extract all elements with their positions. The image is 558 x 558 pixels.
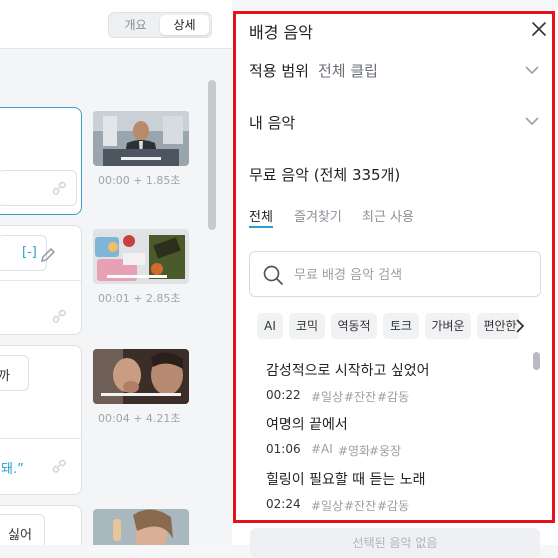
track-tag: #잔잔 <box>344 499 377 513</box>
selected-music-button[interactable]: 선택된 음악 없음 <box>250 528 540 558</box>
divider <box>0 438 83 439</box>
clip-card[interactable]: 싫어 <box>0 505 82 545</box>
chip-talk[interactable]: 토크 <box>383 313 419 339</box>
scope-label: 적용 범위 <box>249 62 309 80</box>
music-search-box[interactable] <box>249 251 541 297</box>
divider <box>0 280 83 281</box>
search-input[interactable] <box>292 264 526 286</box>
view-toggle: 개요 상세 <box>108 12 212 38</box>
link-icon[interactable] <box>51 458 67 474</box>
clip-tag-label: [-] <box>22 245 37 260</box>
track-tag: #일상 <box>311 499 344 513</box>
chevron-down-icon[interactable] <box>524 65 540 75</box>
close-icon[interactable] <box>530 20 548 38</box>
clip-card[interactable]: [-] <box>0 225 83 335</box>
track-tag: #일상 <box>311 390 344 404</box>
track-duration: 02:24 <box>266 497 301 511</box>
clip-time: 00:04 + 4.21초 <box>98 412 181 425</box>
view-summary-button[interactable]: 개요 <box>111 15 160 35</box>
tab-recent[interactable]: 최근 사용 <box>362 206 414 225</box>
clip-text-box[interactable]: 싫어 <box>0 514 45 545</box>
clip-card[interactable]: 까 돼.” <box>0 345 83 495</box>
clip-text-box[interactable]: 까 <box>0 355 29 391</box>
my-music-label[interactable]: 내 음악 <box>249 112 295 133</box>
track-tag: #잔잔 <box>344 390 377 404</box>
tab-all[interactable]: 전체 <box>249 206 273 225</box>
chevron-right-icon[interactable] <box>514 318 526 334</box>
clip-time: 00:01 + 2.85초 <box>98 292 181 305</box>
clip-text-snippet: 돼.” <box>1 462 24 477</box>
chip-light[interactable]: 가벼운 <box>425 313 471 339</box>
search-icon <box>263 265 283 285</box>
track-duration: 00:22 <box>266 388 301 402</box>
clip-thumbnail[interactable] <box>93 229 189 284</box>
track-tag: #웅장 <box>369 444 402 458</box>
chip-dynamic[interactable]: 역동적 <box>331 313 377 339</box>
track-title[interactable]: 힐링이 필요할 때 듣는 노래 <box>266 469 425 489</box>
link-icon[interactable] <box>51 308 67 324</box>
track-tag: #영화 <box>338 444 371 458</box>
chip-ai[interactable]: AI <box>257 313 283 339</box>
left-topbar: 개요 상세 <box>0 0 232 49</box>
chip-calm[interactable]: 편안한 <box>477 313 519 339</box>
track-duration: 01:06 <box>266 442 301 456</box>
clip-thumbnail[interactable] <box>93 111 189 166</box>
track-title[interactable]: 감성적으로 시작하고 싶었어 <box>266 360 429 380</box>
active-tab-underline <box>249 226 273 228</box>
clip-time: 00:00 + 1.85초 <box>98 174 181 187</box>
clip-text-snippet: 까 <box>0 369 10 384</box>
chevron-down-icon[interactable] <box>524 116 540 126</box>
clip-list-area: 개요 상세 00:00 + 1.85초 [-] 00:01 + 2.85초 까 … <box>0 0 232 545</box>
track-title[interactable]: 여명의 끝에서 <box>266 414 348 434</box>
genre-chip-row: AI 코믹 역동적 토크 가벼운 편안한 <box>257 313 519 339</box>
track-tag: #감동 <box>377 499 410 513</box>
view-detail-button[interactable]: 상세 <box>160 15 209 35</box>
track-tag: #감동 <box>377 390 410 404</box>
tab-favorites[interactable]: 즐겨찾기 <box>294 206 342 225</box>
clip-thumbnail[interactable] <box>93 349 189 404</box>
clip-text-snippet: 싫어 <box>8 528 32 543</box>
clip-card[interactable] <box>0 107 82 215</box>
pencil-icon[interactable] <box>39 246 57 264</box>
link-icon[interactable] <box>51 180 67 196</box>
clip-list-scrollbar[interactable] <box>208 80 216 230</box>
panel-title: 배경 음악 <box>249 23 313 42</box>
scope-value[interactable]: 전체 클립 <box>318 60 378 81</box>
clip-thumbnail[interactable] <box>93 509 189 545</box>
free-music-heading: 무료 음악 (전체 335개) <box>249 166 401 184</box>
chip-comic[interactable]: 코믹 <box>289 313 325 339</box>
track-list-scrollbar[interactable] <box>533 352 540 370</box>
track-tag: #AI <box>311 442 333 456</box>
